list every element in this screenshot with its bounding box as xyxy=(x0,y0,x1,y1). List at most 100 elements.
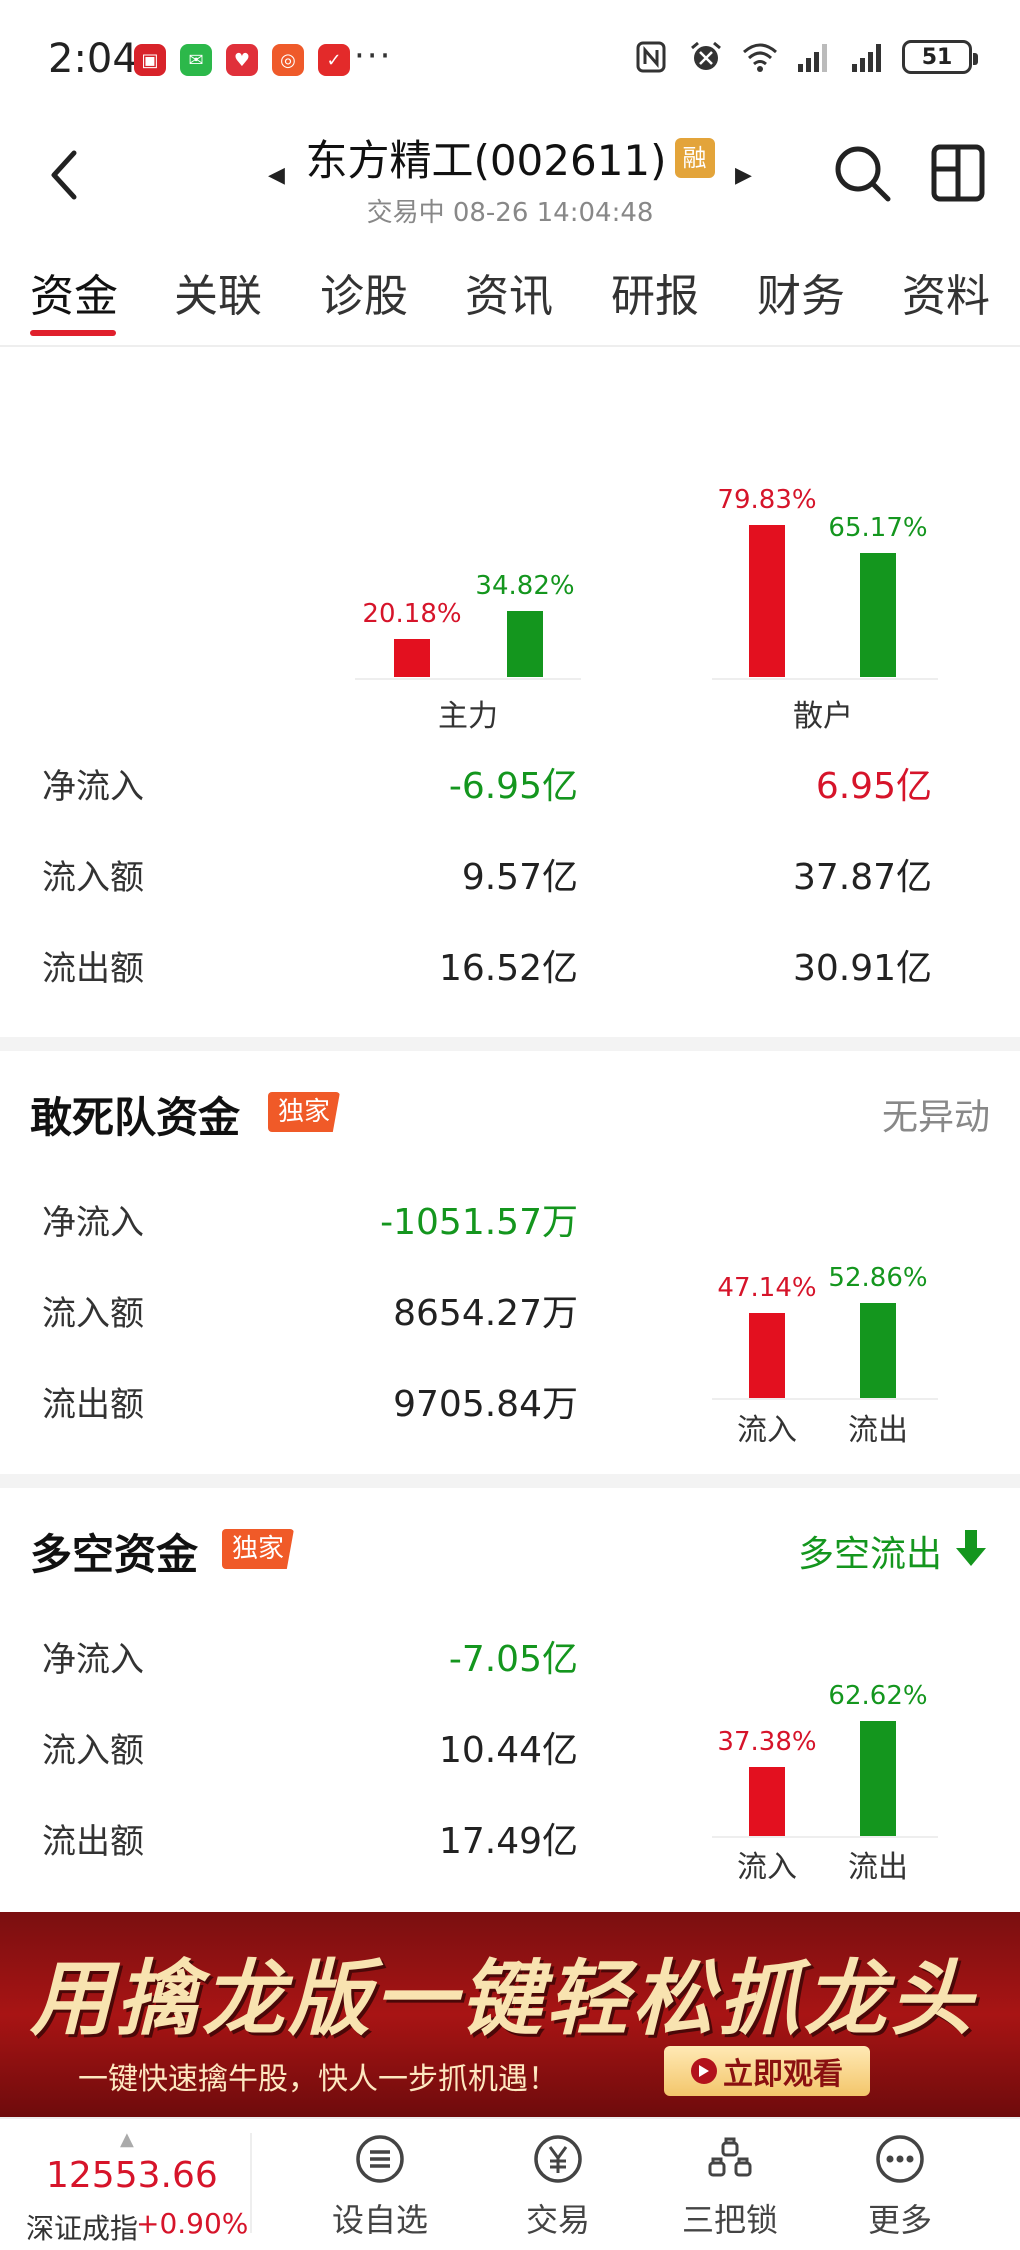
dtd-inflow: 8654.27万 xyxy=(393,1293,578,1334)
nfc-icon xyxy=(636,41,666,73)
category-label-retail: 散户 xyxy=(793,699,853,734)
category-label-inflow: 流入 xyxy=(737,1413,797,1448)
nav-label: 更多 xyxy=(867,2201,932,2239)
ls-1-data-label: 62.62% xyxy=(828,1681,928,1711)
watch-now-button[interactable]: 立即观看 xyxy=(664,2046,870,2096)
stock-header: ◀ ▶ 东方精工(002611) 融 交易中 08-26 14:04:48 xyxy=(0,115,1020,235)
nav-add-watchlist[interactable]: 设自选 xyxy=(310,2133,450,2241)
list-icon xyxy=(356,2135,404,2183)
margin-badge: 融 xyxy=(674,137,715,178)
status-time: 2:04 xyxy=(48,36,138,82)
app-notification-icon: ◎ xyxy=(272,44,304,76)
ls-0-bar xyxy=(749,1767,785,1836)
retail-net-inflow: 6.95亿 xyxy=(815,766,932,807)
divider xyxy=(250,2133,252,2233)
inflow-1-data-label: 79.83% xyxy=(717,485,817,515)
tab-diagnosis[interactable]: 诊股 xyxy=(320,260,408,324)
watch-now-label: 立即观看 xyxy=(723,2057,843,2092)
app-notification-icon: ▣ xyxy=(134,44,166,76)
outflow-1-bar xyxy=(860,553,896,677)
lock-icon xyxy=(708,2137,752,2177)
nav-label: 交易 xyxy=(525,2201,590,2239)
row-label: 流入额 xyxy=(42,858,144,898)
chart-baseline xyxy=(355,678,581,680)
main-outflow: 16.52亿 xyxy=(438,948,578,989)
banner-headline: 用擒龙版一键轻松抓龙头 xyxy=(30,1952,976,2047)
outflow-1-data-label: 65.17% xyxy=(828,513,928,543)
row-label: 流出额 xyxy=(42,1385,144,1425)
app-notification-icon: ♥ xyxy=(226,44,258,76)
main-net-inflow: -6.95亿 xyxy=(448,766,578,807)
chart-baseline xyxy=(712,678,938,680)
more-icon xyxy=(876,2135,924,2183)
section-separator xyxy=(0,1474,1020,1488)
tab-bar: 资金 关联 诊股 资讯 研报 财务 资料 xyxy=(0,260,1020,340)
arrow-down-icon xyxy=(956,1530,986,1566)
inflow-0-bar xyxy=(394,639,430,677)
retail-outflow: 30.91亿 xyxy=(792,948,932,989)
main-inflow: 9.57亿 xyxy=(461,857,578,898)
tab-news[interactable]: 资讯 xyxy=(465,260,553,324)
row-label: 流入额 xyxy=(42,1294,144,1334)
more-notifications: ··· xyxy=(354,36,393,76)
index-value[interactable]: 12553.66 xyxy=(46,2155,218,2196)
category-label-outflow: 流出 xyxy=(848,1850,908,1885)
nav-three-locks[interactable]: 三把锁 xyxy=(660,2133,800,2241)
notification-icons: ▣ ✉ ♥ ◎ ✓ xyxy=(134,44,350,76)
status-bar: 2:04 ▣ ✉ ♥ ◎ ✓ ··· 51 xyxy=(0,0,1020,115)
outflow-0-bar xyxy=(507,611,543,677)
chart-baseline xyxy=(712,1836,938,1838)
exclusive-badge: 独家 xyxy=(222,1529,295,1569)
row-label: 净流入 xyxy=(42,1640,144,1680)
layout-switch-icon[interactable] xyxy=(928,141,988,205)
inflow-0-data-label: 20.18% xyxy=(362,599,462,629)
tab-profile[interactable]: 资料 xyxy=(902,260,990,324)
row-label: 流出额 xyxy=(42,949,144,989)
play-icon xyxy=(691,2058,717,2084)
inflow-1-bar xyxy=(749,525,785,677)
dtd-1-data-label: 52.86% xyxy=(828,1263,928,1293)
tab-finance[interactable]: 财务 xyxy=(757,260,845,324)
outflow-0-data-label: 34.82% xyxy=(475,571,575,601)
main-retail-section: 主力 散户 净流入 -6.95亿 6.95亿 流入额 9.57亿 37.87亿 … xyxy=(0,347,1020,1037)
ls-net-inflow: -7.05亿 xyxy=(448,1639,578,1680)
section-title: 敢死队资金 xyxy=(30,1093,241,1142)
index-change[interactable]: +0.90% xyxy=(136,2207,248,2240)
signal-icon xyxy=(852,44,881,72)
ls-1-bar xyxy=(860,1721,896,1836)
exclusive-badge: 独家 xyxy=(268,1092,341,1132)
ls-0-data-label: 37.38% xyxy=(717,1727,817,1757)
dtd-0-bar xyxy=(749,1313,785,1398)
row-label: 流出额 xyxy=(42,1822,144,1862)
bottom-bar: ▲ 12553.66 深证成指 +0.90% 设自选 交易 三把锁 更多 xyxy=(0,2117,1020,2250)
wechat-icon: ✉ xyxy=(180,44,212,76)
category-label-inflow: 流入 xyxy=(737,1850,797,1885)
category-label-outflow: 流出 xyxy=(848,1413,908,1448)
signal-icon xyxy=(798,44,827,72)
nav-trade[interactable]: 交易 xyxy=(488,2133,628,2241)
row-label: 净流入 xyxy=(42,1203,144,1243)
wifi-icon xyxy=(743,43,777,72)
stock-title: 东方精工(002611) 融 xyxy=(305,127,715,188)
category-label-main: 主力 xyxy=(438,699,498,734)
index-name[interactable]: 深证成指 xyxy=(26,2207,138,2247)
search-icon[interactable] xyxy=(830,141,894,205)
promo-banner[interactable]: 用擒龙版一键轻松抓龙头 一键快速擒牛股，快人一步抓机遇！ 立即观看 xyxy=(0,1912,1020,2117)
dtd-net-inflow: -1051.57万 xyxy=(380,1202,578,1243)
nav-more[interactable]: 更多 xyxy=(830,2133,970,2241)
alarm-icon xyxy=(691,41,721,70)
battery-indicator: 51 xyxy=(902,40,978,74)
tab-active-indicator xyxy=(30,330,116,336)
expand-caret-icon[interactable]: ▲ xyxy=(120,2129,134,2150)
section-separator xyxy=(0,1037,1020,1051)
tab-related[interactable]: 关联 xyxy=(174,260,262,324)
dtd-outflow: 9705.84万 xyxy=(393,1384,578,1425)
ls-outflow: 17.49亿 xyxy=(438,1821,578,1862)
yuan-icon xyxy=(534,2135,582,2183)
dtd-1-bar xyxy=(860,1303,896,1398)
tab-research[interactable]: 研报 xyxy=(611,260,699,324)
section-status: 无异动 xyxy=(881,1097,990,1138)
tab-funds[interactable]: 资金 xyxy=(30,260,118,324)
section-title: 多空资金 xyxy=(30,1530,199,1579)
ls-inflow: 10.44亿 xyxy=(438,1730,578,1771)
